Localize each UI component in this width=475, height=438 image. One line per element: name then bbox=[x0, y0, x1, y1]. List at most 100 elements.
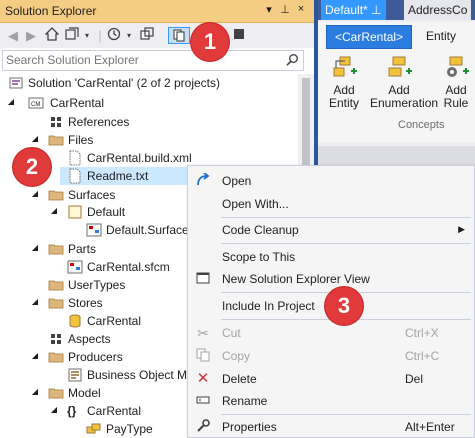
tree-item-label: Surfaces bbox=[68, 188, 116, 202]
tree-item-label: CarRental bbox=[87, 404, 142, 418]
home-icon[interactable] bbox=[44, 27, 60, 44]
ribbon-tab-carrental[interactable]: <CarRental> bbox=[326, 25, 413, 49]
add-enumeration-icon bbox=[388, 56, 412, 77]
collapse-icon[interactable]: ◢ bbox=[30, 189, 40, 198]
solution-explorer-search[interactable] bbox=[2, 50, 304, 71]
add-enumeration-button[interactable]: Add Enumeration bbox=[370, 56, 438, 110]
show-all-files-icon[interactable] bbox=[168, 27, 190, 44]
menu-item-label: Scope to This bbox=[222, 250, 296, 264]
sync-with-document-icon[interactable] bbox=[138, 27, 156, 44]
tab-default[interactable]: Default* ⊥ bbox=[321, 0, 386, 20]
collapse-icon[interactable]: ◢ bbox=[30, 134, 40, 143]
ribbon-tab-entity[interactable]: Entity bbox=[418, 25, 464, 47]
menu-item-scope-to-this[interactable]: Scope to This bbox=[189, 246, 473, 268]
close-icon[interactable]: × bbox=[294, 3, 308, 15]
folder-icon bbox=[48, 187, 64, 203]
tree-item-label: Aspects bbox=[68, 332, 111, 346]
open-arrow-icon bbox=[195, 172, 211, 189]
menu-item-label: Open With... bbox=[222, 197, 289, 211]
folder-icon bbox=[48, 349, 64, 365]
menu-item-open-with[interactable]: Open With... bbox=[189, 193, 473, 215]
tree-item-label: Producers bbox=[68, 350, 123, 364]
forward-icon[interactable]: ▶ bbox=[24, 27, 38, 44]
collapse-icon[interactable]: ◢ bbox=[30, 243, 40, 252]
file-icon bbox=[67, 150, 83, 166]
menu-item-code-cleanup[interactable]: Code Cleanup ▶ bbox=[189, 219, 473, 241]
delete-icon: ✕ bbox=[196, 370, 210, 387]
surface-icon bbox=[67, 259, 83, 275]
codemodeler-project-icon: CM bbox=[28, 95, 44, 111]
add-rule-button[interactable]: Add Rule bbox=[436, 56, 475, 110]
menu-item-label: Code Cleanup bbox=[222, 223, 299, 237]
folder-icon bbox=[48, 295, 64, 311]
pin-icon[interactable]: ⊥ bbox=[371, 3, 381, 17]
ribbon-group-label: Concepts bbox=[398, 119, 445, 131]
tree-item-label: UserTypes bbox=[68, 278, 126, 292]
pin-icon[interactable]: ⊥ bbox=[278, 3, 292, 16]
tree-item-label: CarRental bbox=[87, 314, 142, 328]
tree-item-project[interactable]: ◢ CM CarRental bbox=[0, 94, 298, 112]
menu-item-open[interactable]: Open bbox=[189, 170, 473, 192]
menu-separator bbox=[221, 217, 471, 218]
menu-item-label: Cut bbox=[222, 326, 241, 340]
back-icon[interactable]: ◀ bbox=[6, 27, 20, 44]
tree-item-label: CarRental.build.xml bbox=[87, 151, 192, 165]
producer-icon bbox=[67, 367, 83, 383]
menu-item-label: Copy bbox=[222, 349, 251, 363]
add-rule-label-2: Rule bbox=[443, 96, 469, 110]
properties-toolbar-icon[interactable] bbox=[232, 27, 246, 44]
menu-item-label: Rename bbox=[222, 394, 268, 408]
collapse-icon[interactable]: ◢ bbox=[49, 405, 59, 414]
solution-icon bbox=[8, 75, 24, 91]
menu-item-new-solution-explorer-view[interactable]: New Solution Explorer View bbox=[189, 268, 473, 290]
tree-item-files[interactable]: ◢ Files bbox=[0, 131, 298, 149]
menu-item-rename[interactable]: Rename bbox=[189, 390, 473, 412]
submenu-arrow-icon: ▶ bbox=[458, 224, 465, 234]
references-icon bbox=[48, 114, 64, 130]
menu-item-label: Delete bbox=[222, 372, 257, 386]
properties-icon bbox=[195, 419, 211, 435]
menu-item-label: Open bbox=[222, 174, 252, 188]
tree-item-label: Business Object Mo bbox=[87, 368, 194, 382]
tree-item-readme[interactable]: Readme.txt bbox=[60, 167, 190, 185]
tree-item-solution[interactable]: Solution 'CarRental' (2 of 2 projects) bbox=[0, 74, 298, 92]
search-input[interactable] bbox=[6, 52, 276, 67]
chevron-down-icon[interactable]: ▾ bbox=[124, 27, 134, 44]
collapse-icon[interactable]: ◢ bbox=[30, 351, 40, 360]
new-view-icon bbox=[195, 271, 211, 287]
add-rule-icon bbox=[447, 56, 469, 77]
namespace-icon: {} bbox=[67, 404, 77, 418]
menu-item-shortcut: Ctrl+X bbox=[405, 326, 439, 340]
add-entity-button[interactable]: Add Entity bbox=[320, 56, 368, 110]
copy-icon bbox=[195, 348, 211, 364]
chevron-down-icon[interactable]: ▾ bbox=[82, 27, 92, 44]
switch-views-icon[interactable] bbox=[64, 27, 80, 44]
collapse-icon[interactable]: ◢ bbox=[30, 297, 40, 306]
tree-item-label: Model bbox=[68, 386, 101, 400]
menu-item-cut[interactable]: ✂ Cut Ctrl+X bbox=[189, 322, 473, 344]
surface-icon bbox=[86, 222, 102, 238]
search-icon[interactable] bbox=[285, 53, 299, 67]
tree-item-references[interactable]: References bbox=[0, 113, 298, 131]
collapse-icon[interactable]: ◢ bbox=[30, 387, 40, 396]
collapse-icon[interactable]: ◢ bbox=[49, 206, 59, 215]
menu-item-shortcut: Del bbox=[405, 372, 424, 386]
panel-title: Solution Explorer bbox=[5, 4, 97, 18]
tree-item-label: Default bbox=[87, 205, 126, 219]
scrollbar-thumb[interactable] bbox=[302, 78, 310, 168]
tree-item-label: Files bbox=[68, 133, 94, 147]
callout-badge-3: 3 bbox=[325, 287, 363, 325]
add-entity-label-2: Entity bbox=[328, 96, 359, 110]
tree-item-label: Default.Surface. bbox=[106, 223, 193, 237]
menu-item-properties[interactable]: Properties Alt+Enter bbox=[189, 416, 473, 438]
ribbon: <CarRental> Entity Add Entity Add Enumer… bbox=[318, 22, 475, 142]
tab-label: Default* bbox=[325, 3, 368, 17]
collapse-icon[interactable]: ◢ bbox=[6, 97, 16, 106]
dropdown-icon[interactable]: ▾ bbox=[262, 3, 276, 16]
menu-item-copy[interactable]: Copy Ctrl+C bbox=[189, 345, 473, 367]
store-icon bbox=[67, 313, 83, 329]
tree-item-label: Readme.txt bbox=[87, 169, 149, 183]
pending-changes-filter-icon[interactable] bbox=[106, 27, 122, 44]
tab-addresscomponent[interactable]: AddressCo bbox=[404, 0, 472, 20]
menu-item-delete[interactable]: ✕ Delete Del bbox=[189, 368, 473, 390]
